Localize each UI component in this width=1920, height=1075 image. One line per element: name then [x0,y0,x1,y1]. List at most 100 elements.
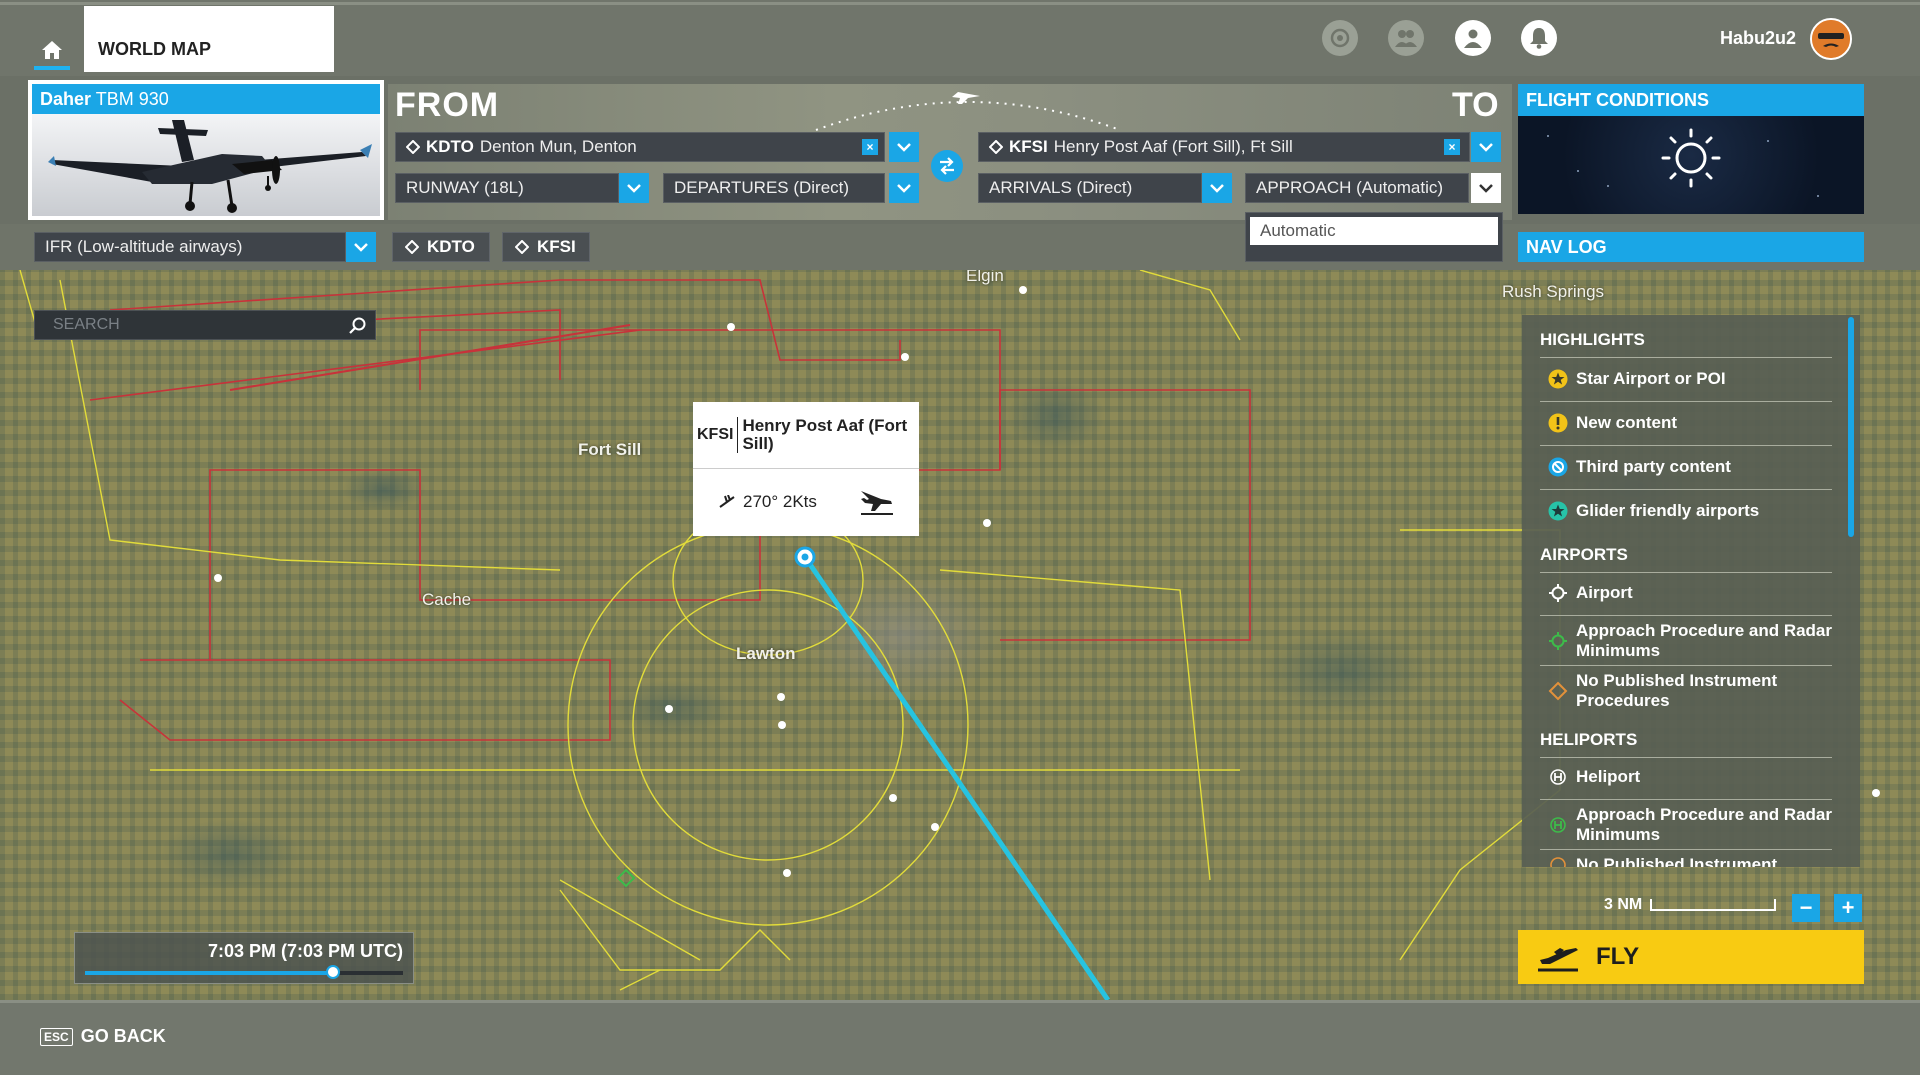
approach-dropdown-menu: Automatic [1245,212,1503,262]
avatar[interactable] [1810,18,1852,60]
zoom-in-button[interactable]: + [1834,894,1862,922]
legend-item-glider-friendly[interactable]: Glider friendly airports [1548,501,1838,521]
legend-separator [1540,799,1832,800]
chevron-down-icon [1210,184,1224,193]
legend-separator [1540,357,1832,358]
departure-dropdown-button[interactable] [889,132,919,162]
legend-section-heliports: HELIPORTS [1540,730,1638,749]
legend-item-label: Glider friendly airports [1576,501,1760,520]
swap-airports-button[interactable] [931,150,963,182]
legend-item-label: Third party content [1576,457,1731,476]
flight-conditions-panel[interactable]: FLIGHT CONDITIONS [1518,84,1864,214]
legend-item-third-party[interactable]: Third party content [1548,457,1838,477]
aircraft-model: TBM 930 [95,89,169,109]
approach-select[interactable]: APPROACH (Automatic) [1245,173,1469,203]
legend-item-label: Heliport [1576,767,1641,786]
time-of-day-widget[interactable]: 7:03 PM (7:03 PM UTC) [74,932,414,984]
popup-header: KFSI Henry Post Aaf (Fort Sill) [693,402,919,469]
waypoint-chip-departure[interactable]: KDTO [392,232,490,262]
departures-dropdown-button[interactable] [889,173,919,203]
map-legend-panel[interactable]: HIGHLIGHTS Star Airport or POI New conte… [1522,315,1860,867]
runway-value: RUNWAY (18L) [406,178,524,197]
arrivals-select[interactable]: ARRIVALS (Direct) [978,173,1202,203]
legend-separator [1540,572,1832,573]
profile-button[interactable] [1455,20,1491,56]
notifications-button[interactable] [1521,20,1557,56]
departure-name: Denton Mun, Denton [479,137,637,156]
fly-button[interactable]: FLY [1518,930,1864,984]
popup-airport-name: Henry Post Aaf (Fort Sill) [742,416,908,453]
friends-button[interactable] [1388,20,1424,56]
chevron-down-icon [354,243,368,252]
zoom-out-button[interactable]: − [1792,894,1820,922]
legend-item-label: Approach Procedure and Radar Minimums [1576,621,1833,660]
chevron-down-icon [897,184,911,193]
heliport-no-procedures-icon [1550,857,1566,867]
legend-section-highlights: HIGHLIGHTS [1540,330,1645,349]
legend-item-no-procedures[interactable]: No Published Instrument Procedures [1548,671,1838,711]
legend-item-approach-radar[interactable]: Approach Procedure and Radar Minimums [1548,621,1838,661]
fly-label: FLY [1596,943,1640,970]
username[interactable]: Habu2u2 [1720,28,1796,49]
approach-dropdown-button[interactable] [1471,173,1501,203]
nav-log-button[interactable]: NAV LOG [1518,232,1864,262]
map-search-input[interactable]: SEARCH [34,310,376,340]
tab-world-map[interactable]: WORLD MAP [84,6,334,72]
heliport-approach-green-icon [1550,817,1566,833]
route-arc [815,92,1121,131]
time-slider-handle[interactable] [326,965,341,979]
legend-item-airport[interactable]: Airport [1548,583,1838,603]
departure-code: KDTO [426,137,474,156]
popup-wind-row: 270° 2Kts [693,469,919,535]
legend-item-label: Approach Procedure and Radar Minimums [1576,805,1833,844]
to-label: TO [1452,86,1499,124]
top-bar: WORLD MAP Habu2u2 [0,0,1920,76]
legend-scrollbar[interactable] [1848,317,1854,537]
notifications-icon [1530,28,1548,49]
departure-airport-field[interactable]: KDTO Denton Mun, Denton [395,132,885,162]
flight-type-dropdown-button[interactable] [346,232,376,262]
waypoint-chip-label: KDTO [427,237,475,256]
clear-arrival-button[interactable]: × [1444,139,1460,155]
chevron-down-icon [627,184,641,193]
home-tab[interactable] [30,30,74,70]
chevron-down-icon [1479,143,1493,152]
airport-info-popup[interactable]: KFSI Henry Post Aaf (Fort Sill) 270° 2Kt… [693,402,919,536]
time-display: 7:03 PM (7:03 PM UTC) [207,941,403,961]
airport-icon [405,240,419,254]
departures-select[interactable]: DEPARTURES (Direct) [663,173,885,203]
activity-button[interactable] [1322,20,1358,56]
aircraft-image [32,114,380,216]
go-back-button[interactable]: ESC GO BACK [40,1026,166,1047]
flight-type-select[interactable]: IFR (Low-altitude airways) [34,232,346,262]
clear-departure-button[interactable]: × [862,139,878,155]
waypoint-chip-arrival[interactable]: KFSI [502,232,590,262]
runway-select[interactable]: RUNWAY (18L) [395,173,619,203]
legend-item-heliport-no-procedures[interactable]: No Published Instrument Procedures [1548,855,1838,867]
arrival-dropdown-button[interactable] [1471,132,1501,162]
time-slider-fill [85,971,334,975]
map-scale-label: 3 NM [1604,896,1643,913]
exclamation-icon [1548,413,1568,433]
airport-icon [989,140,1003,154]
time-slider-track[interactable] [85,965,403,979]
legend-item-new-content[interactable]: New content [1548,413,1838,433]
legend-item-heliport-approach[interactable]: Approach Procedure and Radar Minimums [1548,805,1838,845]
arrivals-value: ARRIVALS (Direct) [989,178,1133,197]
legend-item-label: Star Airport or POI [1576,369,1726,388]
approach-green-icon [1549,632,1567,650]
legend-separator [1540,401,1832,402]
arrival-airport-field[interactable]: KFSI Henry Post Aaf (Fort Sill), Ft Sill [978,132,1470,162]
esc-key-icon: ESC [40,1027,73,1046]
arrivals-dropdown-button[interactable] [1202,173,1232,203]
aircraft-card[interactable]: Daher TBM 930 [28,80,384,220]
runway-dropdown-button[interactable] [619,173,649,203]
airplane-illustration [48,120,372,213]
tab-world-map-label: WORLD MAP [98,39,211,59]
approach-option-automatic[interactable]: Automatic [1250,217,1498,245]
map-label-elgin: Elgin [966,270,1004,285]
airport-icon [515,240,529,254]
footer-bar [0,1000,1920,1075]
legend-item-heliport[interactable]: Heliport [1548,767,1838,787]
legend-item-star-airport[interactable]: Star Airport or POI [1548,369,1838,389]
